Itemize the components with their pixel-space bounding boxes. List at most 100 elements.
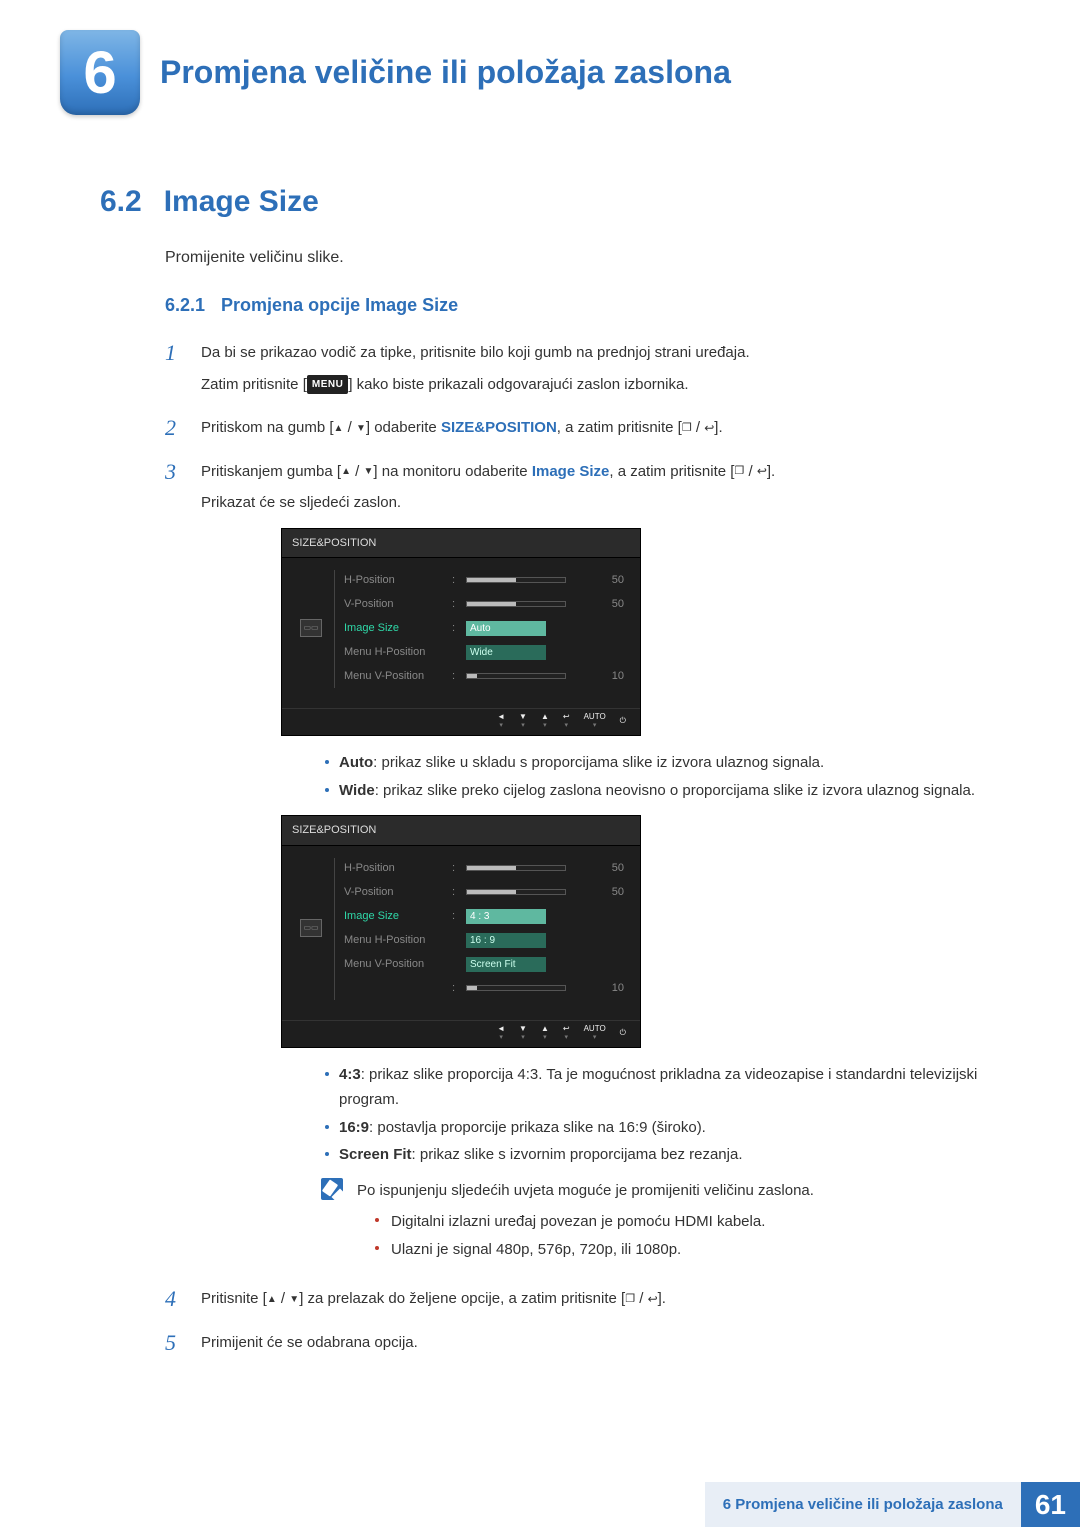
osd-nav-icon: ◄ — [497, 713, 505, 721]
note-lead: Po ispunjenju sljedećih uvjeta moguće je… — [357, 1182, 814, 1199]
step-3: 3 Pritiskanjem gumba [ / ] na monitoru o… — [165, 459, 1020, 1275]
osd-label: V-Position — [344, 883, 444, 902]
osd-row-selected: Image Size : Auto — [344, 620, 624, 636]
step-line: Zatim pritisnite [MENU] kako biste prika… — [201, 372, 750, 398]
osd-value: 50 — [596, 883, 624, 902]
note-item: Digitalni izlazni uređaj povezan je pomo… — [375, 1209, 814, 1235]
chapter-header: 6 Promjena veličine ili položaja zaslona — [60, 30, 1020, 115]
page-footer: 6 Promjena veličine ili položaja zaslona… — [0, 1482, 1080, 1527]
step-body: Pritiskom na gumb [ / ] odaberite SIZE&P… — [201, 415, 723, 447]
subsection-title: Promjena opcije Image Size — [221, 295, 458, 316]
step-body: Primijenit će se odabrana opcija. — [201, 1330, 418, 1362]
osd-screenshot-2: SIZE&POSITION ▭▭ H-Position : 50 V-Pos — [281, 815, 641, 1048]
osd-option: Screen Fit — [466, 957, 546, 972]
osd-row-selected: Image Size : 4 : 3 — [344, 908, 624, 924]
text: Zatim pritisnite [ — [201, 376, 307, 393]
step-number: 2 — [165, 415, 183, 441]
note-item: Ulazni je signal 480p, 576p, 720p, ili 1… — [375, 1237, 814, 1263]
step-number: 1 — [165, 340, 183, 366]
text: , a zatim pritisnite [ — [557, 419, 682, 436]
osd-option: Wide — [466, 645, 546, 660]
bullet-text: : postavlja proporcije prikaza slike na … — [369, 1119, 706, 1136]
list-item: Wide: prikaz slike preko cijelog zaslona… — [321, 778, 1020, 804]
osd-label: Image Size — [344, 619, 444, 638]
osd-label: Menu H-Position — [344, 643, 444, 662]
text: Pritiskanjem gumba [ — [201, 463, 341, 480]
step-line: Pritisnite [ / ] za prelazak do željene … — [201, 1286, 666, 1312]
osd-row: Menu V-Position Screen Fit — [344, 956, 624, 972]
step-line: Prikazat će se sljedeći zaslon. — [201, 490, 1020, 516]
osd-title: SIZE&POSITION — [282, 529, 640, 559]
osd-category-icon: ▭▭ — [298, 860, 324, 996]
list-item: 4:3: prikaz slike proporcija 4:3. Ta je … — [321, 1062, 1020, 1113]
osd-row: : 10 — [344, 980, 624, 996]
osd-nav-icon: ▲ — [541, 1025, 549, 1033]
note-body: Po ispunjenju sljedećih uvjeta moguće je… — [357, 1178, 814, 1265]
osd-value: 10 — [596, 667, 624, 686]
subsection-heading: 6.2.1 Promjena opcije Image Size — [165, 295, 1020, 316]
note-block: Po ispunjenju sljedećih uvjeta moguće je… — [321, 1178, 1020, 1265]
osd-nav-icon: ↩ — [563, 1025, 570, 1033]
text: Pritisnite [ — [201, 1290, 267, 1307]
osd-row: Menu H-Position 16 : 9 — [344, 932, 624, 948]
bullet-label: 4:3 — [339, 1066, 361, 1083]
osd-nav-icon: ↩ — [563, 713, 570, 721]
list-item: Auto: prikaz slike u skladu s proporcija… — [321, 750, 1020, 776]
text: ]. — [658, 1290, 666, 1307]
power-icon: ⏻ — [620, 717, 626, 725]
osd-nav-label: AUTO — [584, 1025, 606, 1033]
keyword: SIZE&POSITION — [441, 419, 557, 436]
step-line: Pritiskom na gumb [ / ] odaberite SIZE&P… — [201, 415, 723, 441]
enter-icon — [648, 1290, 658, 1307]
chapter-number-badge: 6 — [60, 30, 140, 115]
text: ] kako biste prikazali odgovarajući zasl… — [348, 376, 688, 393]
osd-label: V-Position — [344, 595, 444, 614]
step-body: Da bi se prikazao vodič za tipke, pritis… — [201, 340, 750, 403]
osd-value: 50 — [596, 859, 624, 878]
osd-label: Image Size — [344, 907, 444, 926]
osd-nav-icon: ▲ — [541, 713, 549, 721]
osd-screenshot-1: SIZE&POSITION ▭▭ H-Position : 50 V-Pos — [281, 528, 641, 737]
text: ] za prelazak do željene opcije, a zatim… — [299, 1290, 625, 1307]
list-item: Screen Fit: prikaz slike s izvornim prop… — [321, 1142, 1020, 1168]
osd-row: V-Position : 50 — [344, 596, 624, 612]
text: Pritiskom na gumb [ — [201, 419, 334, 436]
osd-row: V-Position : 50 — [344, 884, 624, 900]
enter-icon — [704, 419, 714, 436]
osd-row: Menu H-Position Wide — [344, 644, 624, 660]
text: , a zatim pritisnite [ — [609, 463, 734, 480]
step-body: Pritiskanjem gumba [ / ] na monitoru oda… — [201, 459, 1020, 1275]
step-4: 4 Pritisnite [ / ] za prelazak do željen… — [165, 1286, 1020, 1318]
bullet-list: 4:3: prikaz slike proporcija 4:3. Ta je … — [321, 1062, 1020, 1168]
bullet-text: : prikaz slike s izvornim proporcijama b… — [412, 1146, 743, 1163]
enter-icon — [757, 463, 767, 480]
osd-nav-icon: ▼ — [519, 1025, 527, 1033]
bullet-label: Screen Fit — [339, 1146, 412, 1163]
section-title: Image Size — [164, 185, 319, 219]
osd-value: 50 — [596, 571, 624, 590]
osd-nav-label: AUTO — [584, 713, 606, 721]
osd-label: Menu V-Position — [344, 667, 444, 686]
text: ]. — [767, 463, 775, 480]
bullet-label: Wide — [339, 782, 375, 799]
step-line: Da bi se prikazao vodič za tipke, pritis… — [201, 340, 750, 366]
step-5: 5 Primijenit će se odabrana opcija. — [165, 1330, 1020, 1362]
list-item: 16:9: postavlja proporcije prikaza slike… — [321, 1115, 1020, 1141]
step-number: 4 — [165, 1286, 183, 1312]
osd-footer: ◄▾ ▼▾ ▲▾ ↩▾ AUTO▾ ⏻ — [282, 708, 640, 735]
power-icon: ⏻ — [620, 1029, 626, 1037]
step-1: 1 Da bi se prikazao vodič za tipke, prit… — [165, 340, 1020, 403]
step-body: Pritisnite [ / ] za prelazak do željene … — [201, 1286, 666, 1318]
osd-value: 10 — [596, 979, 624, 998]
osd-label: H-Position — [344, 859, 444, 878]
bullet-text: : prikaz slike preko cijelog zaslona neo… — [375, 782, 975, 799]
step-number: 3 — [165, 459, 183, 485]
section-heading: 6.2 Image Size — [100, 185, 1020, 219]
menu-key-icon: MENU — [307, 375, 348, 394]
bullet-label: Auto — [339, 754, 373, 771]
osd-value: 50 — [596, 595, 624, 614]
osd-option: Auto — [466, 621, 546, 636]
step-line: Primijenit će se odabrana opcija. — [201, 1330, 418, 1356]
up-arrow-icon — [334, 419, 344, 436]
bullet-text: : prikaz slike proporcija 4:3. Ta je mog… — [339, 1066, 977, 1109]
